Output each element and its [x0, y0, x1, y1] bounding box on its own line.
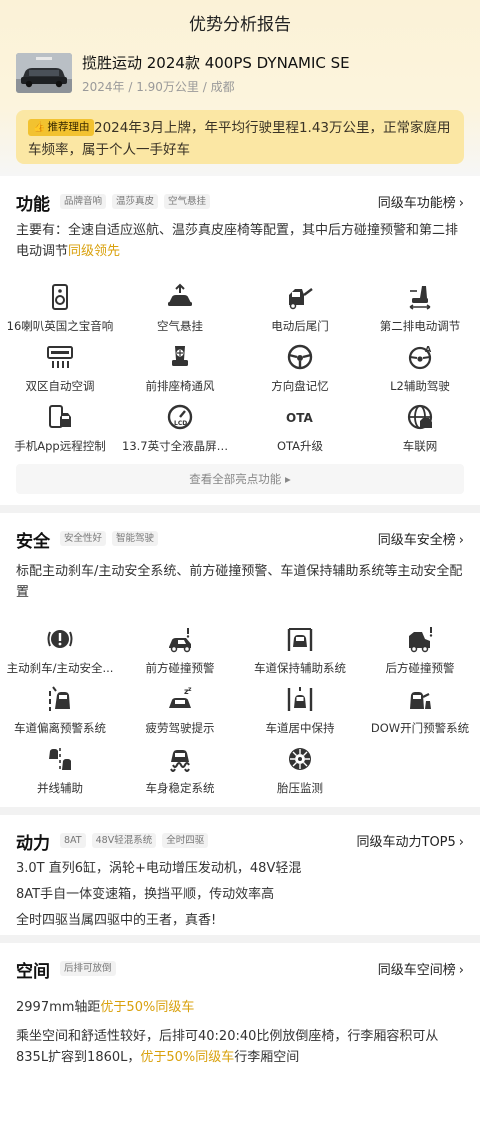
svg-text:LCD: LCD — [174, 420, 187, 427]
chip: 温莎真皮 — [112, 194, 159, 209]
chip: 安全性好 — [60, 531, 107, 546]
function-rank-link[interactable]: 同级车功能榜 › — [378, 192, 464, 211]
chip: 品牌音响 — [60, 194, 107, 209]
header-area: 优势分析报告 揽胜运动 2024款 400PS DYNAMIC SE 2024年… — [0, 0, 480, 176]
feature-item[interactable]: DOW开门预警系统 — [360, 685, 480, 743]
feature-item[interactable]: 手机App远程控制 — [0, 403, 120, 461]
feature-item[interactable]: 双区自动空调 — [0, 343, 120, 401]
space-chips: 后排可放倒 — [60, 961, 116, 976]
chip: 8AT — [60, 833, 86, 848]
speaker-icon — [46, 283, 74, 311]
seat-adjust-icon — [406, 283, 434, 311]
space-title: 空间 — [16, 962, 50, 982]
page-title: 优势分析报告 — [189, 15, 291, 35]
feature-item[interactable]: 方向盘记忆 — [240, 343, 360, 401]
chevron-right-icon: › — [458, 963, 464, 978]
power-tailgate-icon — [286, 283, 314, 311]
function-section: 功能 品牌音响 温莎真皮 空气悬挂 同级车功能榜 › 主要有：全速自适应巡航、温莎… — [0, 176, 480, 505]
car-photo — [16, 53, 72, 93]
lane-departure-icon — [46, 685, 74, 713]
steering-wheel-icon — [286, 343, 314, 371]
car-meta: 2024年 / 1.90万公里 / 成都 — [82, 80, 235, 94]
feature-item[interactable]: 前排座椅通风 — [120, 343, 240, 401]
svg-text:A: A — [425, 345, 432, 354]
safety-title: 安全 — [16, 532, 50, 552]
feature-item[interactable]: zz 疲劳驾驶提示 — [120, 685, 240, 743]
thumbs-up-icon: 👍 — [33, 122, 46, 133]
feature-item[interactable]: 车道居中保持 — [240, 685, 360, 743]
feature-item[interactable]: OTA OTA升级 — [240, 403, 360, 461]
lane-keep-icon — [286, 625, 314, 653]
ota-icon: OTA — [286, 403, 314, 431]
space-rank-link[interactable]: 同级车空间榜 › — [378, 959, 464, 978]
feature-item[interactable]: 前方碰撞预警 — [120, 625, 240, 683]
feature-item[interactable]: 电动后尾门 — [240, 283, 360, 341]
svg-text:z: z — [188, 686, 192, 693]
assisted-driving-icon: A — [406, 343, 434, 371]
lane-center-icon — [286, 685, 314, 713]
phone-remote-icon — [46, 403, 74, 431]
recommend-reason-tag: 👍 推荐理由 — [28, 119, 95, 136]
feature-item[interactable]: 空气悬挂 — [120, 283, 240, 341]
power-section: 动力 8AT 48V轻混系统 全时四驱 同级车动力TOP5 › 3.0T 直列6缸… — [0, 815, 480, 935]
feature-item[interactable]: 主动刹车/主动安全... — [0, 625, 120, 683]
chevron-right-icon: › — [458, 835, 464, 850]
feature-item[interactable]: 车身稳定系统 — [120, 745, 240, 803]
tire-pressure-icon — [286, 745, 314, 773]
safety-section: 安全 安全性好 智能驾驶 同级车安全榜 › 标配主动刹车/主动安全系统、前方碰撞预… — [0, 513, 480, 807]
power-line: 3.0T 直列6缸，涡轮+电动增压发动机，48V轻混 — [16, 861, 302, 876]
space-summary: 乘坐空间和舒适性较好，后排可40:20:40比例放倒座椅，行李厢容积可从835L… — [16, 1029, 439, 1065]
front-collision-icon — [166, 625, 194, 653]
air-suspension-icon — [166, 283, 194, 311]
feature-item[interactable]: 第二排电动调节 — [360, 283, 480, 341]
power-chips: 8AT 48V轻混系统 全时四驱 — [60, 833, 209, 848]
feature-item[interactable]: 16喇叭英国之宝音响 — [0, 283, 120, 341]
chip: 空气悬挂 — [164, 194, 211, 209]
space-section: 空间 后排可放倒 同级车空间榜 › 2997mm轴距优于50%同级车 乘坐空间和舒… — [0, 943, 480, 1124]
feature-item[interactable]: 车道保持辅助系统 — [240, 625, 360, 683]
seat-ventilation-icon — [166, 343, 194, 371]
active-brake-icon — [46, 625, 74, 653]
feature-item[interactable]: 胎压监测 — [240, 745, 360, 803]
chip: 48V轻混系统 — [91, 833, 157, 848]
safety-chips: 安全性好 智能驾驶 — [60, 531, 159, 546]
stability-icon — [166, 745, 194, 773]
feature-item[interactable]: 并线辅助 — [0, 745, 120, 803]
power-title: 动力 — [16, 834, 50, 854]
power-line: 全时四驱当属四驱中的王者，真香! — [16, 913, 217, 928]
feature-item[interactable]: LCD 13.7英寸全液晶屏仪表 — [120, 403, 240, 461]
triangle-right-icon: ▸ — [284, 472, 291, 486]
chevron-right-icon: › — [458, 533, 464, 548]
rear-collision-icon — [406, 625, 434, 653]
space-line-wheelbase: 2997mm轴距优于50%同级车 — [16, 1000, 195, 1015]
chevron-right-icon: › — [458, 196, 464, 211]
svg-text:OTA: OTA — [286, 411, 313, 425]
feature-item[interactable]: 后方碰撞预警 — [360, 625, 480, 683]
connected-car-icon — [406, 403, 434, 431]
car-name: 揽胜运动 2024款 400PS DYNAMIC SE — [82, 54, 350, 72]
power-line: 8AT手自一体变速箱，换挡平顺，传动效率高 — [16, 887, 275, 902]
blind-spot-icon — [46, 745, 74, 773]
chip: 全时四驱 — [162, 833, 209, 848]
fatigue-icon: zz — [166, 685, 194, 713]
door-open-warning-icon — [406, 685, 434, 713]
feature-item[interactable]: 车联网 — [360, 403, 480, 461]
recommend-reason: 👍 推荐理由 2024年3月上牌，年平均行驶里程1.43万公里，正常家庭用车频率，… — [16, 110, 464, 164]
chip: 智能驾驶 — [112, 531, 159, 546]
safety-summary: 标配主动刹车/主动安全系统、前方碰撞预警、车道保持辅助系统等主动安全配置 — [16, 564, 463, 600]
function-title: 功能 — [16, 195, 50, 215]
view-all-features-button[interactable]: 查看全部亮点功能 ▸ — [16, 464, 464, 494]
dual-zone-ac-icon — [46, 343, 74, 371]
function-chips: 品牌音响 温莎真皮 空气悬挂 — [60, 194, 211, 209]
car-info[interactable]: 揽胜运动 2024款 400PS DYNAMIC SE 2024年 / 1.90… — [16, 50, 456, 96]
function-summary: 主要有：全速自适应巡航、温莎真皮座椅等配置，其中后方碰撞预警和第二排电动调节同级… — [16, 223, 459, 259]
feature-item[interactable]: A L2辅助驾驶 — [360, 343, 480, 401]
chip: 后排可放倒 — [60, 961, 116, 976]
lcd-dashboard-icon: LCD — [166, 403, 194, 431]
feature-item[interactable]: 车道偏离预警系统 — [0, 685, 120, 743]
safety-rank-link[interactable]: 同级车安全榜 › — [378, 529, 464, 548]
power-rank-link[interactable]: 同级车动力TOP5 › — [357, 831, 465, 850]
